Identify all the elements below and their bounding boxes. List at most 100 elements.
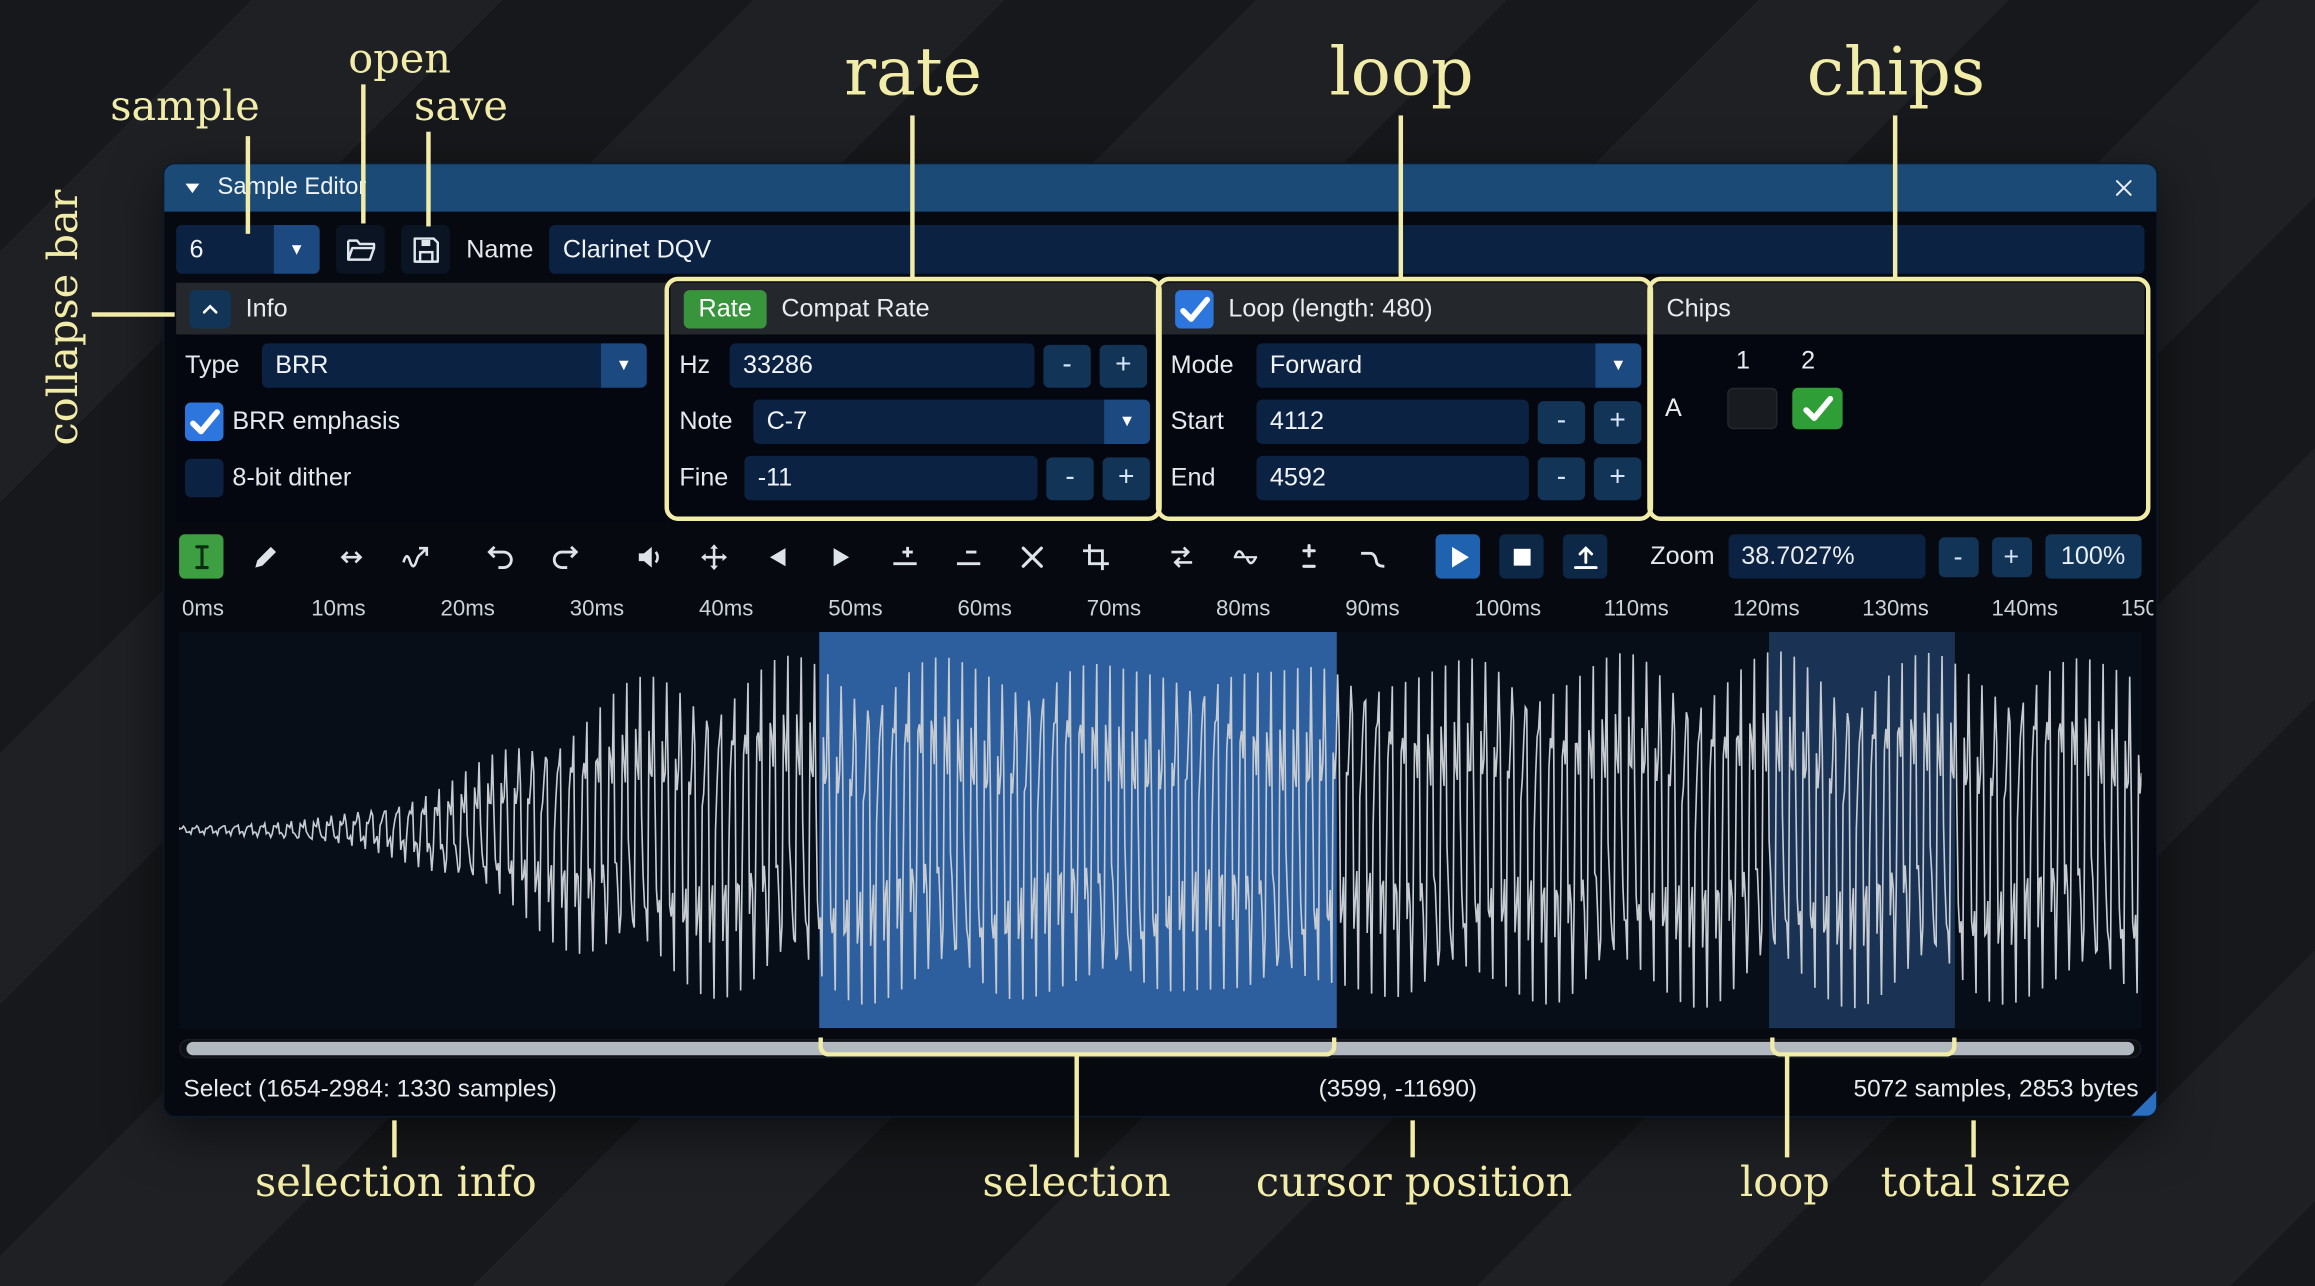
loop-enable-checkbox[interactable]: [1175, 289, 1213, 327]
toolbar-group: [1436, 534, 1608, 578]
note-label: Note: [679, 407, 744, 437]
reverse-button[interactable]: [1159, 534, 1203, 578]
ruler-label: 20ms: [441, 596, 495, 621]
fine-minus-button[interactable]: -: [1046, 457, 1093, 500]
insert-silence-icon: [889, 541, 920, 572]
timeline-ruler: 0ms10ms20ms30ms40ms50ms60ms70ms80ms90ms1…: [179, 591, 2153, 629]
save-button[interactable]: [401, 225, 450, 274]
zoom-controls: Zoom 38.7027% - + 100%: [1650, 534, 2141, 578]
fade-out-button[interactable]: [818, 534, 862, 578]
info-title: Info: [246, 294, 288, 324]
chips-header: Chips: [1653, 283, 2144, 335]
ruler-label: 90ms: [1345, 596, 1399, 621]
play-icon: [1442, 541, 1473, 572]
undo-button[interactable]: [478, 534, 522, 578]
delete-icon: [1016, 541, 1047, 572]
toolbar-group: [179, 534, 287, 578]
fine-plus-button[interactable]: +: [1103, 457, 1150, 500]
hz-plus-button[interactable]: +: [1100, 344, 1147, 387]
chevron-down-icon[interactable]: ▼: [274, 225, 320, 274]
delete-button[interactable]: [1009, 534, 1053, 578]
loop-mode-label: Mode: [1171, 351, 1248, 381]
reverse-icon: [1166, 541, 1197, 572]
annotation-loop: loop: [1254, 33, 1550, 111]
chips-column-headers: 1 2: [1727, 346, 2133, 376]
loop-group: Loop (length: 480) Mode Forward ▼ Start …: [1162, 283, 1650, 523]
zoom-value[interactable]: 38.7027%: [1728, 534, 1925, 578]
chip-1-checkbox[interactable]: [1727, 388, 1777, 429]
window-collapse-icon[interactable]: [182, 178, 203, 199]
hz-input[interactable]: 33286: [730, 343, 1035, 387]
rate-badge[interactable]: Rate: [684, 289, 767, 327]
chips-column-1: 1: [1727, 346, 1777, 376]
dither-checkbox[interactable]: [185, 459, 223, 497]
apply-silence-button[interactable]: [946, 534, 990, 578]
amplify-button[interactable]: [628, 534, 672, 578]
zoom-reset-button[interactable]: 100%: [2045, 534, 2142, 578]
toolbar-button-groups: [179, 534, 1607, 578]
create-wavetable-button[interactable]: [1563, 534, 1607, 578]
fade-in-icon: [761, 541, 792, 572]
sign-flip-button[interactable]: [1286, 534, 1330, 578]
type-select[interactable]: BRR ▼: [262, 343, 647, 387]
close-icon[interactable]: [2109, 173, 2139, 203]
brr-emphasis-checkbox[interactable]: [185, 403, 223, 441]
toolbar-group: [329, 534, 437, 578]
loop-end-input[interactable]: 4592: [1257, 456, 1529, 500]
redo-icon: [548, 541, 579, 572]
ruler-label: 130ms: [1862, 596, 1929, 621]
loop-mode-select[interactable]: Forward ▼: [1257, 343, 1642, 387]
resize-button[interactable]: [329, 534, 373, 578]
undo-icon: [485, 541, 516, 572]
zoom-in-button[interactable]: +: [1991, 537, 2031, 577]
zoom-out-button[interactable]: -: [1938, 537, 1978, 577]
chevron-down-icon[interactable]: ▼: [1104, 400, 1150, 444]
loop-start-plus-button[interactable]: +: [1594, 400, 1641, 443]
dither-label: 8-bit dither: [232, 463, 351, 493]
waveform-svg: [179, 632, 2141, 1028]
preview-play-button[interactable]: [1436, 534, 1480, 578]
loop-end-plus-button[interactable]: +: [1594, 457, 1641, 500]
ruler-label: 40ms: [699, 596, 753, 621]
scrollbar-thumb[interactable]: [186, 1042, 2134, 1055]
fine-input[interactable]: -11: [744, 456, 1037, 500]
loop-start-minus-button[interactable]: -: [1538, 400, 1585, 443]
resample-button[interactable]: [392, 534, 436, 578]
annotation-rate: rate: [765, 33, 1061, 111]
ruler-label: 70ms: [1087, 596, 1141, 621]
trim-button[interactable]: [1073, 534, 1117, 578]
window-resize-grip[interactable]: [2131, 1091, 2156, 1116]
redo-button[interactable]: [542, 534, 586, 578]
toolbar-group: [478, 534, 586, 578]
loop-mode-value: Forward: [1257, 343, 1596, 387]
titlebar[interactable]: Sample Editor: [164, 164, 2156, 211]
resize-icon: [335, 541, 366, 572]
edit-mode-draw-button[interactable]: [243, 534, 287, 578]
type-label: Type: [185, 351, 253, 381]
horizontal-scrollbar[interactable]: [179, 1039, 2141, 1058]
toolbar-group: [1159, 534, 1394, 578]
edit-mode-select-button[interactable]: [179, 534, 223, 578]
sample-select[interactable]: 6 ▼: [176, 225, 320, 274]
filter-button[interactable]: [1350, 534, 1394, 578]
chip-2-checkbox[interactable]: [1792, 388, 1842, 429]
chevron-down-icon[interactable]: ▼: [601, 343, 647, 387]
waveform-canvas[interactable]: [179, 632, 2141, 1029]
chevron-down-icon[interactable]: ▼: [1595, 343, 1641, 387]
stop-icon: [1506, 541, 1537, 572]
loop-end-minus-button[interactable]: -: [1538, 457, 1585, 500]
note-select[interactable]: C-7 ▼: [753, 400, 1150, 444]
open-button[interactable]: [336, 225, 385, 274]
preview-stop-button[interactable]: [1499, 534, 1543, 578]
insert-silence-button[interactable]: [882, 534, 926, 578]
normalize-button[interactable]: [691, 534, 735, 578]
name-input[interactable]: Clarinet DQV: [550, 225, 2145, 274]
hz-minus-button[interactable]: -: [1043, 344, 1090, 387]
cursor-position-text: (3599, -11690): [1319, 1076, 1477, 1104]
check-icon: [185, 403, 223, 441]
invert-button[interactable]: [1222, 534, 1266, 578]
annotation-cursor-position: cursor position: [1211, 1157, 1618, 1206]
fade-in-button[interactable]: [755, 534, 799, 578]
loop-start-input[interactable]: 4112: [1257, 400, 1529, 444]
collapse-bar-button[interactable]: [189, 289, 230, 327]
